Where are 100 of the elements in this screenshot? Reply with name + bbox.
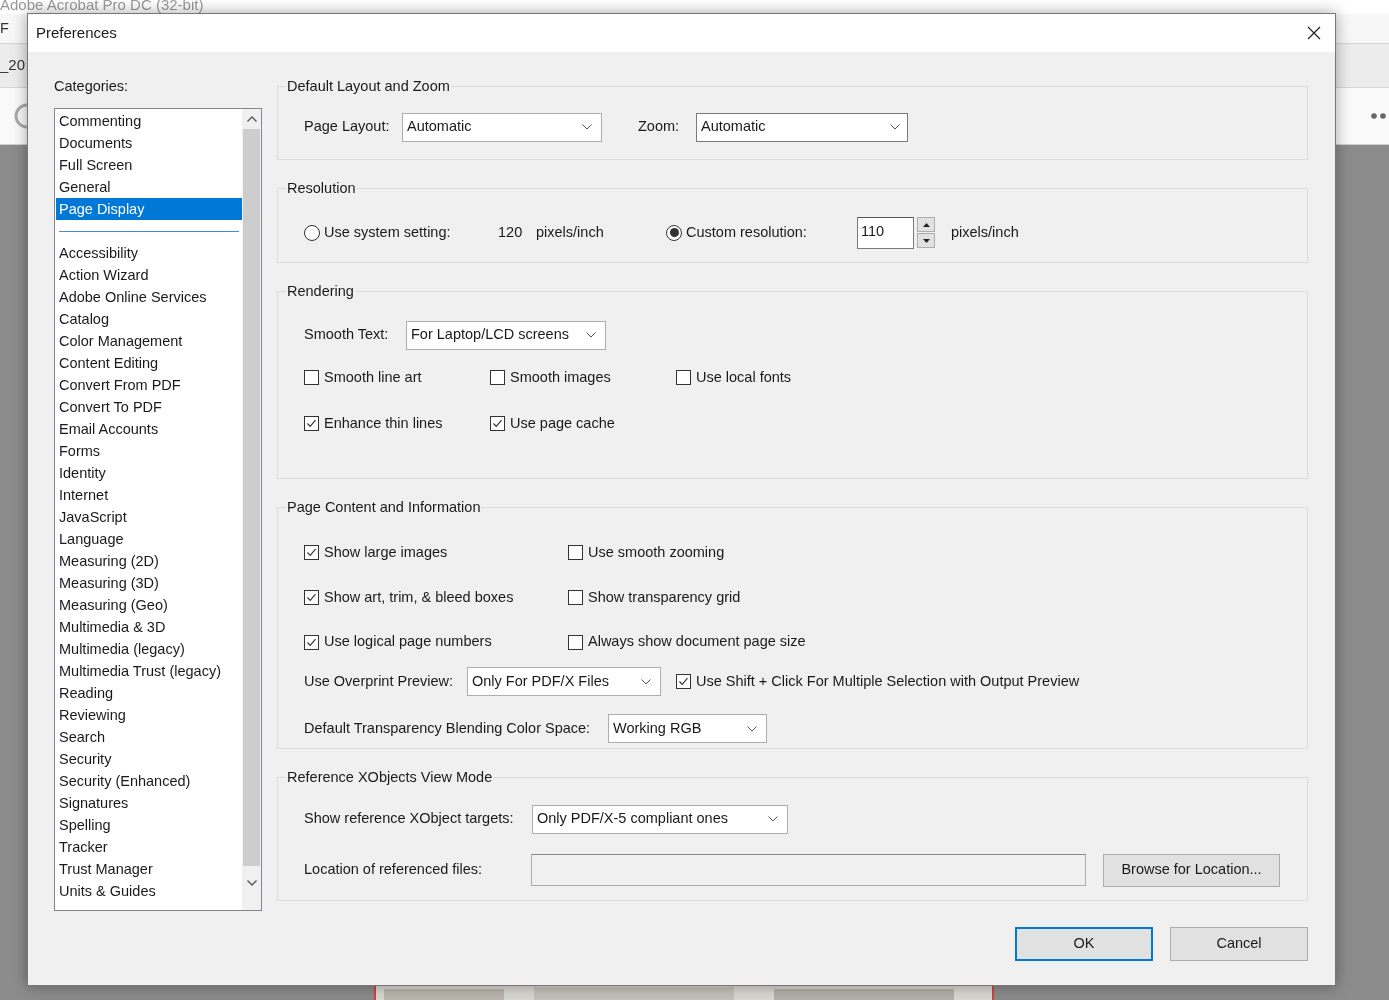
- category-item[interactable]: General: [56, 176, 242, 198]
- checkbox-label: Smooth line art: [324, 367, 422, 387]
- unit-label: pixels/inch: [536, 222, 605, 242]
- category-item[interactable]: Search: [56, 726, 242, 748]
- checkbox[interactable]: [676, 370, 691, 386]
- category-item[interactable]: Forms: [56, 440, 242, 462]
- checkbox[interactable]: [304, 415, 319, 431]
- category-item[interactable]: Measuring (2D): [56, 550, 242, 572]
- category-item[interactable]: Identity: [56, 462, 242, 484]
- unit-label: pixels/inch: [951, 222, 1019, 242]
- group-title: Resolution: [286, 179, 357, 198]
- document-tab[interactable]: _20: [0, 54, 26, 77]
- category-item[interactable]: Security (Enhanced): [56, 770, 242, 792]
- checkbox-label: Use local fonts: [696, 367, 792, 387]
- scrollbar[interactable]: [242, 109, 261, 910]
- category-item[interactable]: Multimedia Trust (legacy): [56, 660, 242, 682]
- group-title: Default Layout and Zoom: [286, 77, 451, 96]
- dropdown[interactable]: Automatic: [402, 112, 602, 142]
- resolution-value: 120: [498, 222, 524, 242]
- app-title: Adobe Acrobat Pro DC (32-bit): [0, 0, 204, 14]
- field-label: Smooth Text:: [304, 325, 390, 345]
- chevron-down-icon: [890, 124, 900, 131]
- chevron-down-icon[interactable]: [246, 880, 257, 886]
- field-label: Show reference XObject targets:: [304, 809, 515, 829]
- category-item[interactable]: Documents: [56, 132, 242, 154]
- category-item[interactable]: Reading: [56, 682, 242, 704]
- category-item[interactable]: Action Wizard: [56, 264, 242, 286]
- checkbox[interactable]: [568, 545, 583, 561]
- window-title: Preferences: [36, 22, 117, 43]
- checkbox[interactable]: [490, 370, 505, 386]
- checkbox-label: Use logical page numbers: [324, 632, 492, 652]
- category-item[interactable]: Spelling: [56, 814, 242, 836]
- category-item[interactable]: Measuring (3D): [56, 572, 242, 594]
- checkbox[interactable]: [676, 674, 691, 689]
- spin-up-button[interactable]: [917, 217, 935, 233]
- radio-label: Custom resolution:: [686, 222, 808, 242]
- category-item[interactable]: Multimedia & 3D: [56, 616, 242, 638]
- resolution-field[interactable]: 110: [857, 216, 914, 249]
- category-item[interactable]: Catalog: [56, 308, 242, 330]
- category-item[interactable]: Content Editing: [56, 352, 242, 374]
- checkbox-label: Use page cache: [510, 413, 615, 433]
- checkbox-label: Use Shift + Click For Multiple Selection with Output Preview: [696, 671, 1080, 691]
- chevron-down-icon: [586, 332, 596, 339]
- dropdown[interactable]: Only PDF/X-5 compliant ones: [532, 804, 788, 834]
- category-item[interactable]: Multimedia (legacy): [56, 638, 242, 660]
- triangle-down-icon: [922, 238, 930, 243]
- chevron-up-icon[interactable]: [246, 116, 257, 122]
- dropdown[interactable]: Automatic: [696, 112, 908, 142]
- checkbox[interactable]: [304, 370, 319, 386]
- field-label: Location of referenced files:: [304, 860, 484, 880]
- category-item[interactable]: Language: [56, 528, 242, 550]
- browse-button[interactable]: Browse for Location...: [1103, 853, 1280, 887]
- group-title: Page Content and Information: [286, 498, 482, 517]
- checkbox[interactable]: [304, 634, 319, 650]
- checkbox[interactable]: [490, 415, 505, 431]
- category-item[interactable]: JavaScript: [56, 506, 242, 528]
- category-item[interactable]: Color Management: [56, 330, 242, 352]
- dialog-button[interactable]: Cancel: [1170, 927, 1308, 961]
- category-item[interactable]: Signatures: [56, 792, 242, 814]
- dropdown[interactable]: Only For PDF/X Files: [467, 667, 661, 696]
- chevron-down-icon: [768, 816, 778, 823]
- category-item[interactable]: Full Screen: [56, 154, 242, 176]
- group-title: Reference XObjects View Mode: [286, 768, 494, 787]
- chevron-down-icon: [641, 678, 651, 685]
- location-field[interactable]: [531, 854, 1086, 887]
- category-item[interactable]: Commenting: [56, 110, 242, 132]
- category-item[interactable]: Internet: [56, 484, 242, 506]
- field-label: Zoom:: [638, 117, 681, 137]
- radio-button[interactable]: [666, 224, 682, 241]
- categories-label: Categories:: [54, 77, 130, 96]
- dialog-button[interactable]: OK: [1015, 927, 1153, 961]
- category-item[interactable]: Reviewing: [56, 704, 242, 726]
- category-item[interactable]: Security: [56, 748, 242, 770]
- category-item[interactable]: Accessibility: [56, 242, 242, 264]
- category-item[interactable]: Trust Manager: [56, 858, 242, 880]
- scroll-thumb[interactable]: [243, 129, 260, 866]
- close-icon[interactable]: [1307, 26, 1321, 40]
- more-icon[interactable]: [1371, 113, 1387, 119]
- group-title: Rendering: [286, 282, 355, 301]
- category-item[interactable]: Tracker: [56, 836, 242, 858]
- category-item[interactable]: Measuring (Geo): [56, 594, 242, 616]
- checkbox[interactable]: [568, 634, 583, 650]
- spin-down-button[interactable]: [917, 233, 935, 249]
- checkbox[interactable]: [304, 589, 319, 605]
- category-item[interactable]: Convert From PDF: [56, 374, 242, 396]
- dropdown[interactable]: Working RGB: [608, 714, 767, 743]
- radio-button[interactable]: [304, 224, 320, 241]
- category-list[interactable]: [54, 108, 262, 911]
- category-item[interactable]: Adobe Online Services: [56, 286, 242, 308]
- category-item[interactable]: Email Accounts: [56, 418, 242, 440]
- checkbox-label: Show art, trim, & bleed boxes: [324, 587, 514, 607]
- checkbox-label: Always show document page size: [588, 632, 806, 652]
- checkbox[interactable]: [568, 589, 583, 605]
- category-item[interactable]: Page Display: [56, 198, 242, 220]
- dropdown[interactable]: For Laptop/LCD screens: [406, 320, 606, 350]
- category-item[interactable]: Units & Guides: [56, 880, 242, 902]
- menu-item[interactable]: F: [0, 17, 9, 40]
- category-item[interactable]: Convert To PDF: [56, 396, 242, 418]
- radio-label: Use system setting:: [324, 222, 452, 242]
- checkbox[interactable]: [304, 545, 319, 561]
